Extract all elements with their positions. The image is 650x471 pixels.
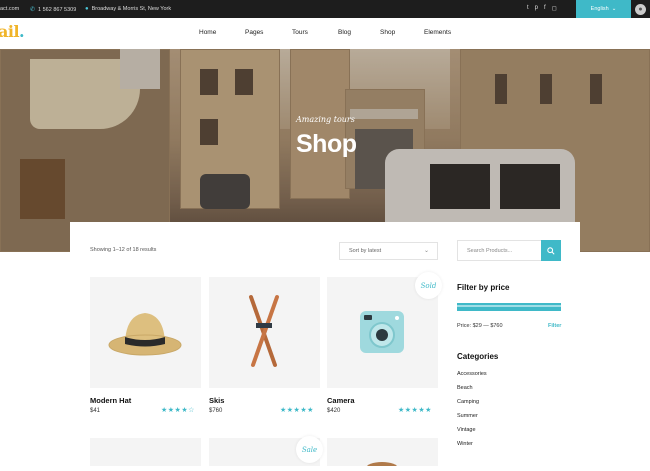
social-links: t p f ◻: [527, 5, 557, 12]
categories-title: Categories: [457, 352, 499, 361]
chevron-down-icon: ⌄: [423, 248, 429, 254]
search-button[interactable]: [541, 240, 561, 261]
product-image-hat[interactable]: [90, 277, 201, 388]
sold-badge: Sold: [415, 272, 442, 299]
rating-stars: ★★★★☆: [161, 407, 195, 414]
product-price: $41: [90, 408, 101, 414]
chevron-down-icon: ⌄: [611, 6, 617, 12]
category-vintage[interactable]: Vintage: [457, 427, 476, 433]
language-label: English: [590, 6, 609, 12]
facebook-icon[interactable]: f: [544, 5, 546, 12]
filter-button[interactable]: Filter: [548, 323, 561, 329]
email-text: act.com: [0, 6, 20, 12]
product-name[interactable]: Skis: [209, 396, 224, 405]
phone-text: 1 562 867 5309: [38, 6, 77, 13]
contact-address[interactable]: ● Broadway & Morris St, New York: [85, 6, 171, 12]
skis-illustration: [249, 295, 279, 367]
rating-stars: ★★★★★: [398, 407, 432, 414]
nav-pages[interactable]: Pages: [245, 29, 263, 36]
site-logo[interactable]: ail.: [0, 22, 25, 41]
contact-email[interactable]: act.com: [0, 6, 19, 12]
nav-tours[interactable]: Tours: [292, 29, 308, 36]
sort-select[interactable]: Sort by latest ⌄: [339, 242, 438, 260]
top-bar: act.com ✆ 1 562 867 5309 ● Broadway & Mo…: [0, 0, 650, 18]
results-count: Showing 1–12 of 18 results: [90, 247, 157, 253]
price-slider-range[interactable]: [457, 305, 561, 307]
sale-badge: Sale: [296, 436, 323, 463]
product-thumb: [366, 462, 398, 471]
product-image[interactable]: [90, 438, 201, 466]
hero-script-text: Amazing tours: [296, 115, 355, 124]
twitter-icon[interactable]: t: [527, 5, 529, 12]
search-icon: [547, 246, 555, 255]
logo-dot: .: [19, 22, 25, 41]
pinterest-icon[interactable]: p: [535, 5, 538, 12]
nav-blog[interactable]: Blog: [338, 29, 351, 36]
nav-elements[interactable]: Elements: [424, 29, 451, 36]
map-pin-icon: ●: [85, 6, 89, 12]
language-selector[interactable]: English ⌄: [576, 0, 631, 18]
category-camping[interactable]: Camping: [457, 399, 479, 405]
filter-price-title: Filter by price: [457, 283, 510, 292]
product-image-skis[interactable]: [209, 277, 320, 388]
page-title: Shop: [296, 130, 357, 158]
search-placeholder: Search Products...: [467, 247, 513, 254]
nav-home[interactable]: Home: [199, 29, 216, 36]
instagram-icon[interactable]: ◻: [552, 5, 557, 12]
product-price: $760: [209, 408, 223, 414]
hat-illustration: [108, 313, 182, 356]
sort-value: Sort by latest: [349, 248, 382, 254]
rating-stars: ★★★★★: [280, 407, 314, 414]
price-range-text: Price: $29 — $760: [457, 323, 503, 329]
product-name[interactable]: Modern Hat: [90, 396, 131, 405]
category-winter[interactable]: Winter: [457, 441, 473, 447]
product-name[interactable]: Camera: [327, 396, 355, 405]
product-image[interactable]: [327, 438, 438, 471]
product-price: $420: [327, 408, 341, 414]
user-icon: ●: [635, 3, 646, 15]
logo-text: ail: [0, 22, 20, 41]
category-accessories[interactable]: Accessories: [457, 371, 487, 377]
category-beach[interactable]: Beach: [457, 385, 473, 391]
main-navbar: [0, 18, 650, 49]
nav-shop[interactable]: Shop: [380, 29, 395, 36]
user-account-button[interactable]: ●: [631, 0, 650, 18]
address-text: Broadway & Morris St, New York: [91, 6, 172, 12]
phone-icon: ✆: [30, 7, 36, 13]
category-summer[interactable]: Summer: [457, 413, 478, 419]
contact-phone[interactable]: ✆ 1 562 867 5309: [30, 6, 77, 14]
